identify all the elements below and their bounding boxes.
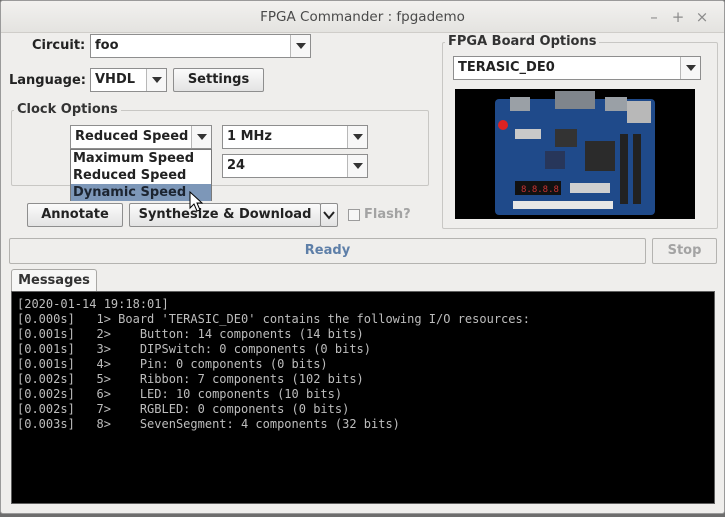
divider-value: 24 [227,158,246,173]
settings-button[interactable]: Settings [173,68,264,92]
stop-button[interactable]: Stop [652,238,717,264]
message-line: [0.002s] 5> Ribbon: 7 components (102 bi… [17,372,364,386]
tab-messages[interactable]: Messages [11,269,97,292]
board-value: TERASIC_DE0 [458,60,555,75]
divider-select[interactable]: 24 [222,154,368,178]
annotate-button[interactable]: Annotate [27,203,123,227]
board-options-title: FPGA Board Options [445,34,600,49]
frequency-select[interactable]: 1 MHz [222,125,368,149]
speed-mode-value: Reduced Speed [75,129,189,144]
chevron-down-icon [323,211,335,220]
message-line: [0.002s] 6> LED: 10 components (10 bits) [17,387,343,401]
fpga-board-picture: 8.8.8.8 [455,89,695,219]
chevron-down-icon[interactable] [347,126,367,148]
message-line: [0.002s] 7> RGBLED: 0 components (0 bits… [17,402,350,416]
chevron-down-icon[interactable] [347,155,367,177]
message-line: [0.000s] 1> Board 'TERASIC_DE0' contains… [17,312,530,326]
board-image: 8.8.8.8 [455,89,695,219]
chevron-down-icon[interactable] [191,126,211,148]
message-line: [2020-01-14 19:18:01] [17,297,169,311]
window-title: FPGA Commander : fpgademo [260,9,465,25]
frequency-value: 1 MHz [227,129,272,144]
circuit-value: foo [95,38,119,53]
fpga-commander-window: FPGA Commander : fpgademo – + × Circuit:… [0,0,725,514]
message-line: [0.001s] 4> Pin: 0 components (0 bits) [17,357,328,371]
synthesize-download-button[interactable]: Synthesize & Download [129,203,321,227]
status-text: Ready [304,243,351,258]
synthesize-options-button[interactable] [320,203,338,227]
dropdown-item-reduced-speed[interactable]: Reduced Speed [71,167,211,184]
svg-text:8.8.8.8: 8.8.8.8 [521,185,559,195]
minimize-button[interactable]: – [644,7,664,27]
flash-checkbox[interactable] [348,209,360,221]
board-select[interactable]: TERASIC_DE0 [453,56,701,80]
maximize-button[interactable]: + [668,7,688,27]
flash-label: Flash? [364,207,411,222]
mouse-pointer-icon [189,191,203,212]
clock-options-title: Clock Options [14,102,121,117]
language-label: Language: [9,73,86,88]
status-bar: Ready [9,238,646,264]
chevron-down-icon[interactable] [680,57,700,79]
speed-mode-select[interactable]: Reduced Speed [70,125,212,149]
messages-console: [2020-01-14 19:18:01] [0.000s] 1> Board … [11,291,715,504]
circuit-label: Circuit: [32,38,86,53]
language-select[interactable]: VHDL [90,68,167,92]
close-button[interactable]: × [692,7,712,27]
message-line: [0.003s] 8> SevenSegment: 4 components (… [17,417,400,431]
title-bar: FPGA Commander : fpgademo – + × [1,1,724,33]
circuit-select[interactable]: foo [90,34,311,58]
dropdown-item-maximum-speed[interactable]: Maximum Speed [71,150,211,167]
language-value: VHDL [95,72,136,87]
chevron-down-icon[interactable] [146,69,166,91]
message-line: [0.001s] 3> DIPSwitch: 0 components (0 b… [17,342,372,356]
chevron-down-icon[interactable] [290,35,310,57]
message-line: [0.001s] 2> Button: 14 components (14 bi… [17,327,364,341]
